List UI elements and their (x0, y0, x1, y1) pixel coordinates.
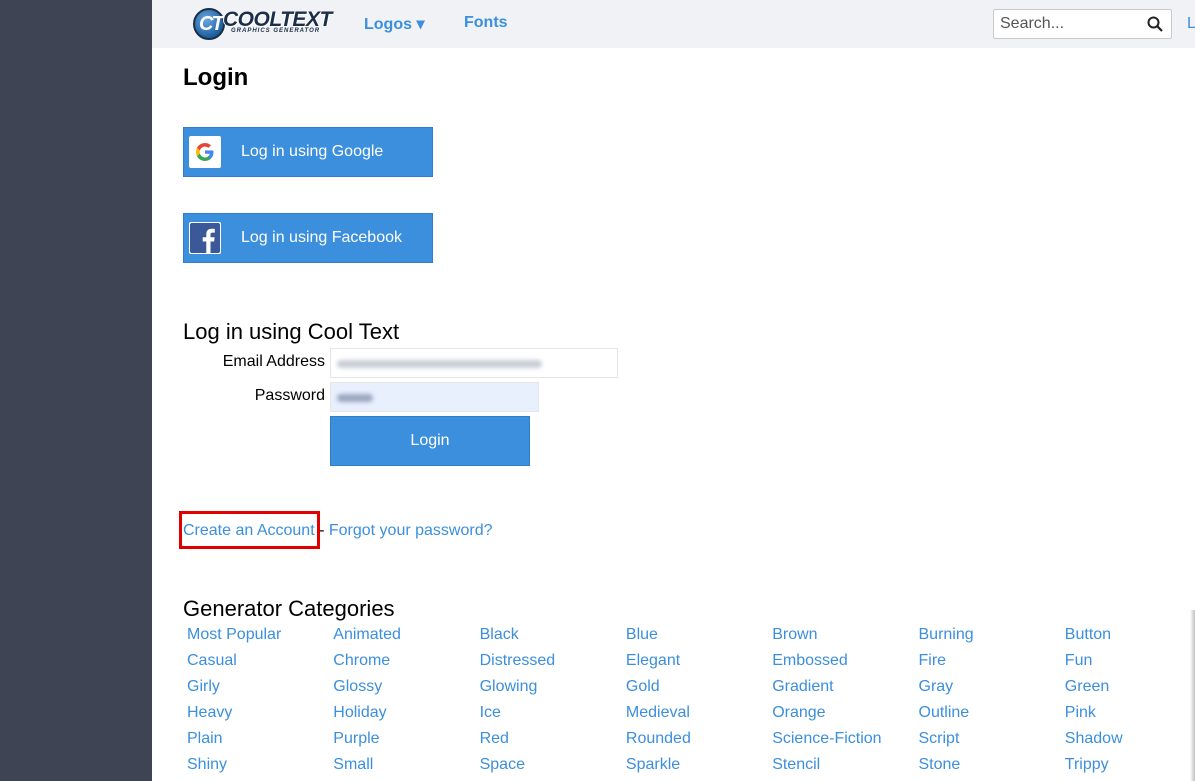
category-link[interactable]: Small (333, 756, 373, 774)
category-link[interactable]: Glossy (333, 678, 382, 696)
search-input[interactable] (1000, 14, 1140, 34)
google-login-button[interactable]: Log in using Google (183, 127, 433, 177)
cooltext-login-heading: Log in using Cool Text (183, 319, 400, 344)
category-link[interactable]: Most Popular (187, 626, 281, 644)
category-link[interactable]: Heavy (187, 704, 232, 722)
left-sidebar (0, 0, 152, 781)
category-link[interactable]: Distressed (480, 652, 556, 670)
category-link[interactable]: Rounded (626, 730, 691, 748)
search-icon[interactable] (1147, 16, 1163, 32)
category-link[interactable]: Fire (919, 652, 947, 670)
category-link[interactable]: Sparkle (626, 756, 680, 774)
category-link[interactable]: Red (480, 730, 509, 748)
category-link[interactable]: Orange (772, 704, 825, 722)
create-account-highlight (179, 511, 320, 549)
facebook-icon (189, 222, 221, 254)
redacted-password-value (337, 394, 373, 402)
google-button-label: Log in using Google (241, 143, 384, 160)
password-label: Password (254, 387, 325, 404)
category-link[interactable]: Gold (626, 678, 660, 696)
category-link[interactable]: Casual (187, 652, 237, 670)
category-link[interactable]: Gradient (772, 678, 833, 696)
category-link[interactable]: Medieval (626, 704, 690, 722)
categories-heading: Generator Categories (183, 596, 395, 621)
category-link[interactable]: Chrome (333, 652, 390, 670)
right-edge-shadow (1190, 610, 1195, 781)
category-link[interactable]: Burning (919, 626, 974, 644)
category-link[interactable]: Stencil (772, 756, 820, 774)
category-link[interactable]: Glowing (480, 678, 538, 696)
category-link[interactable]: Plain (187, 730, 223, 748)
facebook-button-label: Log in using Facebook (241, 229, 402, 246)
nav-logos-dropdown[interactable]: Logos ▾ (364, 14, 424, 34)
category-link[interactable]: Space (480, 756, 525, 774)
redacted-email-value (337, 360, 542, 368)
category-link[interactable]: Pink (1065, 704, 1096, 722)
category-link[interactable]: Script (919, 730, 960, 748)
facebook-login-button[interactable]: Log in using Facebook (183, 213, 433, 263)
category-link[interactable]: Stone (919, 756, 961, 774)
email-field[interactable] (330, 348, 618, 378)
category-link[interactable]: Blue (626, 626, 658, 644)
category-link[interactable]: Fun (1065, 652, 1093, 670)
email-label: Email Address (222, 353, 325, 370)
search-box[interactable] (993, 9, 1172, 39)
category-link[interactable]: Green (1065, 678, 1109, 696)
category-link[interactable]: Animated (333, 626, 401, 644)
logo-badge-icon: CT (193, 8, 225, 40)
forgot-password-link[interactable]: Forgot your password? (329, 522, 493, 539)
top-navbar: CT COOLTEXT GRAPHICS GENERATOR Logos ▾ F… (152, 0, 1195, 48)
login-button[interactable]: Login (330, 416, 530, 466)
category-link[interactable]: Black (480, 626, 519, 644)
category-link[interactable]: Brown (772, 626, 817, 644)
category-link[interactable]: Ice (480, 704, 501, 722)
category-link[interactable]: Girly (187, 678, 220, 696)
cooltext-logo[interactable]: CT COOLTEXT GRAPHICS GENERATOR (193, 8, 332, 40)
google-icon (189, 136, 221, 168)
category-link[interactable]: Embossed (772, 652, 848, 670)
category-link[interactable]: Gray (919, 678, 954, 696)
category-link[interactable]: Elegant (626, 652, 680, 670)
category-link[interactable]: Trippy (1065, 756, 1109, 774)
category-link[interactable]: Purple (333, 730, 379, 748)
category-link[interactable]: Science-Fiction (772, 730, 881, 748)
logo-tagline: GRAPHICS GENERATOR (231, 28, 321, 34)
category-link[interactable]: Shadow (1065, 730, 1123, 748)
password-field[interactable] (330, 382, 539, 412)
nav-login-link-cutoff[interactable]: L (1187, 15, 1195, 33)
category-link[interactable]: Shiny (187, 756, 227, 774)
category-link[interactable]: Holiday (333, 704, 386, 722)
category-link[interactable]: Outline (919, 704, 970, 722)
nav-fonts-link[interactable]: Fonts (464, 14, 508, 32)
page-title: Login (183, 64, 249, 91)
category-link[interactable]: Button (1065, 626, 1111, 644)
